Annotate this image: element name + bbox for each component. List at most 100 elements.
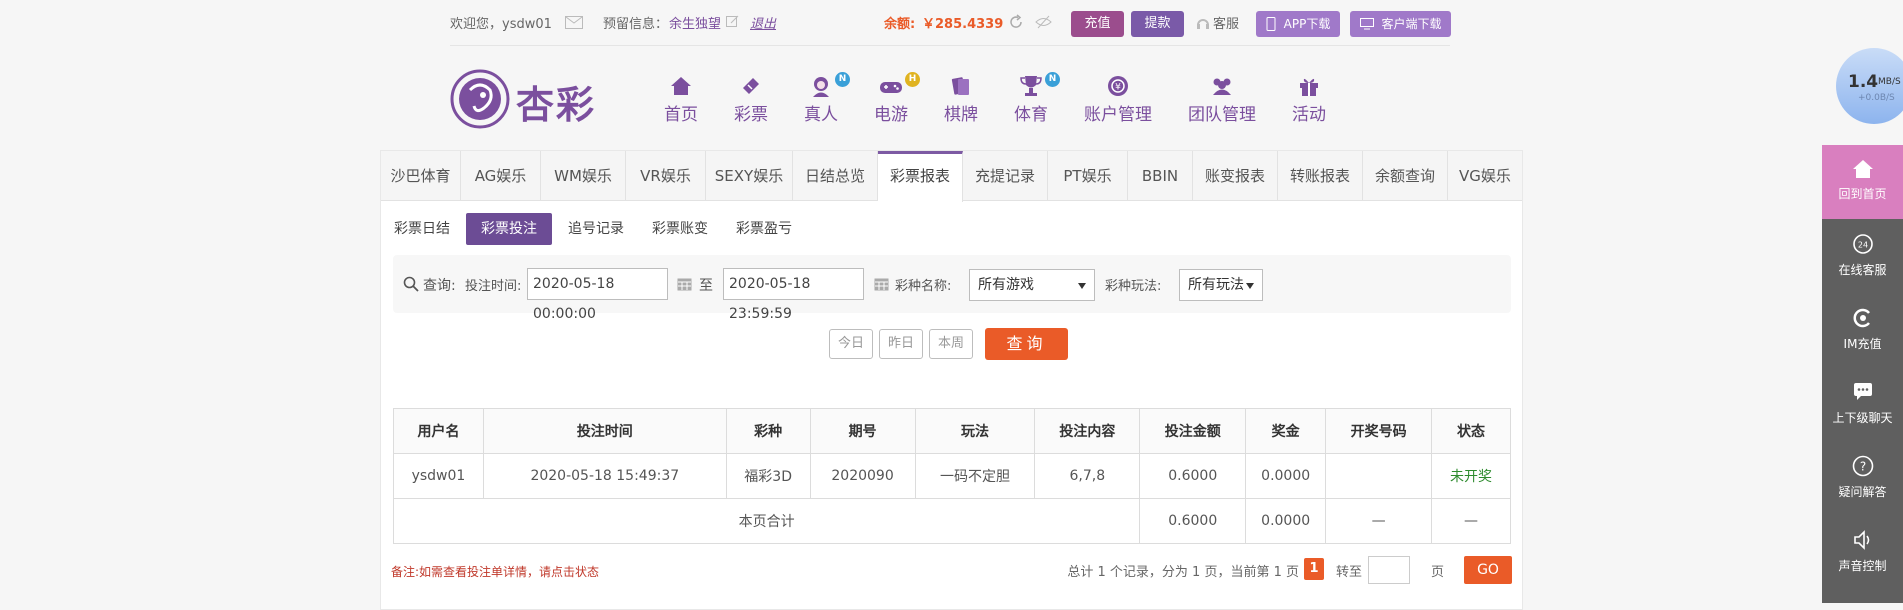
support-24-icon: 24 (1852, 234, 1873, 254)
sidebar-faq[interactable]: ? 疑问解答 (1822, 441, 1903, 515)
question-icon: ? (1852, 455, 1873, 477)
gamepad-icon (880, 82, 902, 93)
query-bar: 查询: 投注时间: 2020-05-18 00:00:00 至 2020-05-… (393, 255, 1511, 322)
cell-bet-content: 6,7,8 (1034, 453, 1141, 499)
end-time-input[interactable]: 2020-05-18 23:59:59 (723, 268, 864, 322)
current-page-badge[interactable]: 1 (1304, 558, 1324, 580)
client-download-button[interactable]: 客户端下载 (1350, 11, 1451, 37)
subtab-chase-records[interactable]: 追号记录 (561, 213, 631, 245)
tab-wm[interactable]: WM娱乐 (541, 151, 626, 201)
col-bet-time: 投注时间 (482, 408, 727, 454)
sidebar-online-service[interactable]: 24 在线客服 (1822, 219, 1903, 293)
cell-status-link[interactable]: 未开奖 (1431, 453, 1511, 499)
tab-transfer-report[interactable]: 转账报表 (1278, 151, 1363, 201)
today-button[interactable]: 今日 (829, 329, 873, 359)
tab-ag[interactable]: AG娱乐 (461, 151, 541, 201)
nav-lottery[interactable]: 彩票 (732, 74, 770, 125)
new-badge: N (1045, 72, 1060, 87)
top-bar-inner: 欢迎您，ysdw01 预留信息： 余生独望 退出 余额: ￥285.4339 充… (450, 0, 1451, 46)
hot-badge: H (905, 72, 920, 87)
tab-saba-sports[interactable]: 沙巴体育 (381, 151, 461, 201)
nav-sports[interactable]: N 体育 (1012, 72, 1060, 125)
nav-egame[interactable]: H 电游 (872, 72, 920, 125)
start-time-input[interactable]: 2020-05-18 00:00:00 (527, 268, 668, 322)
balance-label: 余额: (884, 17, 916, 32)
col-draw-number: 开奖号码 (1325, 408, 1433, 454)
tab-sexy[interactable]: SEXY娱乐 (706, 151, 793, 201)
table-header-row: 用户名 投注时间 彩种 期号 玩法 投注内容 投注金额 奖金 开奖号码 状态 (393, 408, 1511, 454)
nav-cards[interactable]: 棋牌 (942, 74, 980, 125)
query-label: 查询: (423, 278, 456, 294)
logout-link[interactable]: 退出 (750, 13, 776, 32)
subtab-lottery-profit[interactable]: 彩票盈亏 (729, 213, 799, 245)
subtab-lottery-bets[interactable]: 彩票投注 (466, 213, 552, 245)
tab-vg[interactable]: VG娱乐 (1448, 151, 1522, 201)
trophy-icon (1020, 76, 1042, 96)
recharge-button[interactable]: 充值 (1071, 11, 1124, 37)
app-download-button[interactable]: APP下载 (1256, 11, 1340, 37)
sidebar-im-recharge[interactable]: IM充值 (1822, 293, 1903, 367)
nav-home[interactable]: 首页 (662, 74, 700, 125)
edit-icon[interactable] (726, 13, 740, 32)
gift-icon (1300, 78, 1318, 96)
lottery-name-select[interactable]: 所有游戏 (969, 269, 1095, 301)
network-speed-widget[interactable]: 1.4 MB/S +0.0B/S (1836, 48, 1903, 124)
sidebar-label: 上下级聊天 (1832, 411, 1893, 425)
reserved-value: 余生独望 (669, 17, 722, 32)
team-icon (1213, 78, 1231, 95)
tab-pt[interactable]: PT娱乐 (1048, 151, 1128, 201)
sidebar-sound-control[interactable]: 声音控制 (1822, 515, 1903, 589)
refresh-icon[interactable] (1008, 14, 1024, 34)
cell-issue: 2020090 (809, 453, 916, 499)
withdraw-button[interactable]: 提款 (1131, 11, 1184, 37)
cell-play: 一码不定胆 (914, 453, 1036, 499)
tab-vr[interactable]: VR娱乐 (626, 151, 706, 201)
col-bet-content: 投注内容 (1034, 408, 1141, 454)
site-logo[interactable]: 杏彩 (450, 68, 610, 132)
col-username: 用户名 (393, 408, 484, 454)
svg-text:¥: ¥ (1115, 83, 1121, 93)
hide-balance-icon[interactable] (1035, 14, 1052, 34)
sidebar-label: 疑问解答 (1838, 485, 1887, 499)
tab-deposit-withdraw[interactable]: 充提记录 (963, 151, 1048, 201)
balance-value: ￥285.4339 (922, 17, 1004, 32)
logo-text: 杏彩 (516, 82, 597, 127)
nav-activity[interactable]: 活动 (1290, 74, 1328, 125)
to-label: 至 (699, 278, 713, 294)
nav-live[interactable]: N 真人 (802, 72, 850, 125)
account-icon: ¥ (1108, 76, 1128, 96)
sidebar-back-home[interactable]: 回到首页 (1822, 145, 1903, 219)
svg-text:?: ? (1859, 460, 1865, 474)
dealer-icon (813, 77, 829, 97)
nav-label: 活动 (1292, 105, 1326, 125)
nav-team[interactable]: 团队管理 (1186, 74, 1258, 125)
tab-daily-overview[interactable]: 日结总览 (793, 151, 878, 201)
yesterday-button[interactable]: 昨日 (879, 329, 923, 359)
nav-account[interactable]: ¥ 账户管理 (1082, 74, 1154, 125)
goto-page-input[interactable] (1368, 556, 1410, 584)
bet-time-label: 投注时间: (465, 279, 522, 294)
search-button[interactable]: 查询 (985, 328, 1068, 360)
tab-bbin[interactable]: BBIN (1128, 151, 1193, 201)
this-week-button[interactable]: 本周 (929, 329, 973, 359)
home-icon (1852, 160, 1873, 178)
headset-icon[interactable] (1196, 15, 1210, 34)
svg-text:24: 24 (1857, 241, 1867, 250)
page-unit-label: 页 (1430, 565, 1444, 580)
sidebar-chat[interactable]: 上下级聊天 (1822, 367, 1903, 441)
tab-balance-query[interactable]: 余额查询 (1363, 151, 1448, 201)
mail-icon[interactable] (565, 14, 583, 33)
speed-unit: MB/S (1878, 77, 1901, 87)
tab-lottery-report[interactable]: 彩票报表 (878, 151, 963, 202)
calendar-icon[interactable] (874, 277, 889, 291)
sidebar-label: 回到首页 (1838, 187, 1887, 201)
subtab-lottery-daily[interactable]: 彩票日结 (387, 213, 457, 245)
tab-account-change[interactable]: 账变报表 (1193, 151, 1278, 201)
app-download-label: APP下载 (1283, 17, 1331, 31)
service-link[interactable]: 客服 (1213, 13, 1239, 32)
subtab-lottery-account-change[interactable]: 彩票账变 (645, 213, 715, 245)
play-type-select[interactable]: 所有玩法 (1179, 269, 1263, 301)
go-button[interactable]: GO (1464, 556, 1512, 584)
cards-icon (951, 77, 969, 95)
calendar-icon[interactable] (677, 277, 692, 291)
